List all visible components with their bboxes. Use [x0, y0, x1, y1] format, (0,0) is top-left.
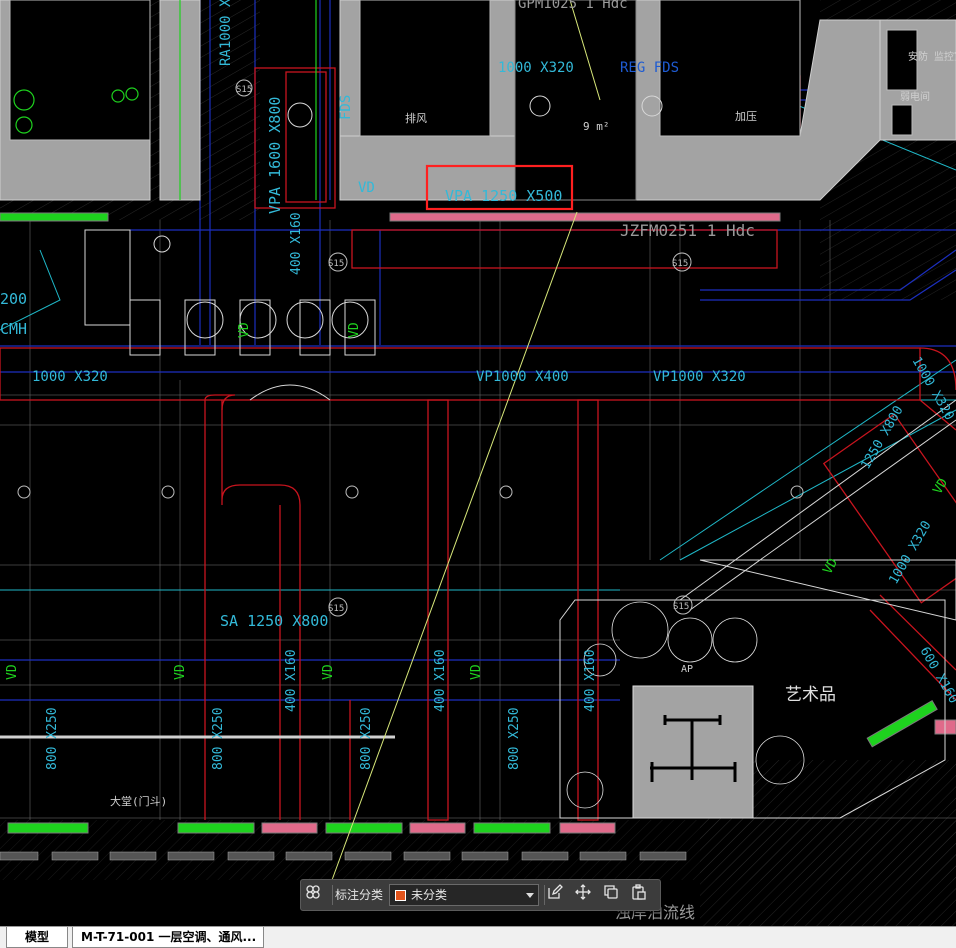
cad-drawing-canvas[interactable]: 1000 X320 REG FDS GPM1025 1 Hdc 9 m² 排风 … — [0, 0, 956, 926]
cad-drawing: 1000 X320 REG FDS GPM1025 1 Hdc 9 m² 排风 … — [0, 0, 956, 926]
chevron-down-icon — [526, 893, 534, 898]
annotation-toolbar: 标注分类 未分类 — [300, 879, 661, 911]
label-s15-a: S15 — [328, 259, 344, 269]
label-shaft-code: GPM1025 1 Hdc — [518, 0, 628, 12]
label-duct-1000x320-top: 1000 X320 — [498, 60, 574, 76]
group-icon[interactable] — [305, 884, 329, 906]
tab-model[interactable]: 模型 — [6, 927, 68, 948]
move-icon[interactable] — [575, 884, 599, 906]
copy-icon[interactable] — [603, 884, 627, 906]
label-400x160-1: 400 X160 — [284, 649, 299, 712]
label-ra: RA1000 X160 — [218, 0, 234, 66]
category-color-swatch — [395, 890, 406, 901]
edit-icon[interactable] — [547, 884, 571, 906]
label-vd-mid1: VD — [237, 322, 252, 338]
label-800x250-4: 800 X250 — [507, 707, 522, 770]
label-800x250-2: 800 X250 — [211, 707, 226, 770]
label-art: 艺术品 — [785, 685, 836, 705]
label-weak-room: 弱电间 — [900, 90, 930, 103]
label-s15-d: S15 — [673, 602, 689, 612]
label-vd-top: VD — [358, 180, 375, 196]
label-vd-3: VD — [321, 664, 336, 680]
label-exhaust-room: 排风 — [405, 111, 427, 125]
label-vd-2: VD — [173, 664, 188, 680]
label-cmh: CMH — [0, 320, 27, 338]
label-sa-1250: SA 1250 X800 — [220, 612, 328, 630]
label-vp-1000x320: VP1000 X320 — [653, 369, 746, 385]
label-400x160-right: 400 X160 — [289, 212, 304, 275]
annotation-category-select[interactable]: 未分类 — [389, 884, 539, 906]
label-flow-200: 200 — [0, 290, 27, 308]
label-s15-e: S15 — [236, 85, 252, 95]
label-s15-b: S15 — [672, 259, 688, 269]
layout-tab-bar: 模型 M-T-71-001 一层空调、通风... — [0, 926, 956, 948]
category-select-value: 未分类 — [411, 888, 448, 902]
label-vp-1000x400: VP1000 X400 — [476, 369, 569, 385]
label-pressurize: 加压 — [735, 110, 757, 123]
label-area: 9 m² — [583, 120, 610, 133]
label-s15-c: S15 — [328, 604, 344, 614]
label-security-room: 安防 监控室 — [908, 50, 956, 63]
label-vpa-1600: VPA 1600 X800 — [266, 97, 284, 214]
label-jzfm: JZFM0251 1 Hdc — [620, 221, 755, 240]
label-ap: AP — [681, 664, 693, 675]
label-vd-1: VD — [5, 664, 20, 680]
label-400x160-3: 400 X160 — [583, 649, 598, 712]
label-400x160-2: 400 X160 — [433, 649, 448, 712]
label-vpa-1250: VPA 1250 X500 — [445, 187, 562, 205]
label-vd-mid2: VD — [347, 322, 362, 338]
tab-sheet[interactable]: M-T-71-001 一层空调、通风... — [72, 927, 264, 948]
annotation-category-label: 标注分类 — [335, 888, 384, 902]
label-fds: FDS — [338, 95, 354, 120]
label-800x250-3: 800 X250 — [359, 707, 374, 770]
label-vd-4: VD — [469, 664, 484, 680]
label-reg-fds: REG FDS — [620, 60, 679, 76]
label-duct-left: 1000 X320 — [32, 369, 108, 385]
label-800x250-1: 800 X250 — [45, 707, 60, 770]
paste-icon[interactable] — [631, 884, 655, 906]
label-lobby: 大堂(门斗) — [110, 794, 167, 808]
